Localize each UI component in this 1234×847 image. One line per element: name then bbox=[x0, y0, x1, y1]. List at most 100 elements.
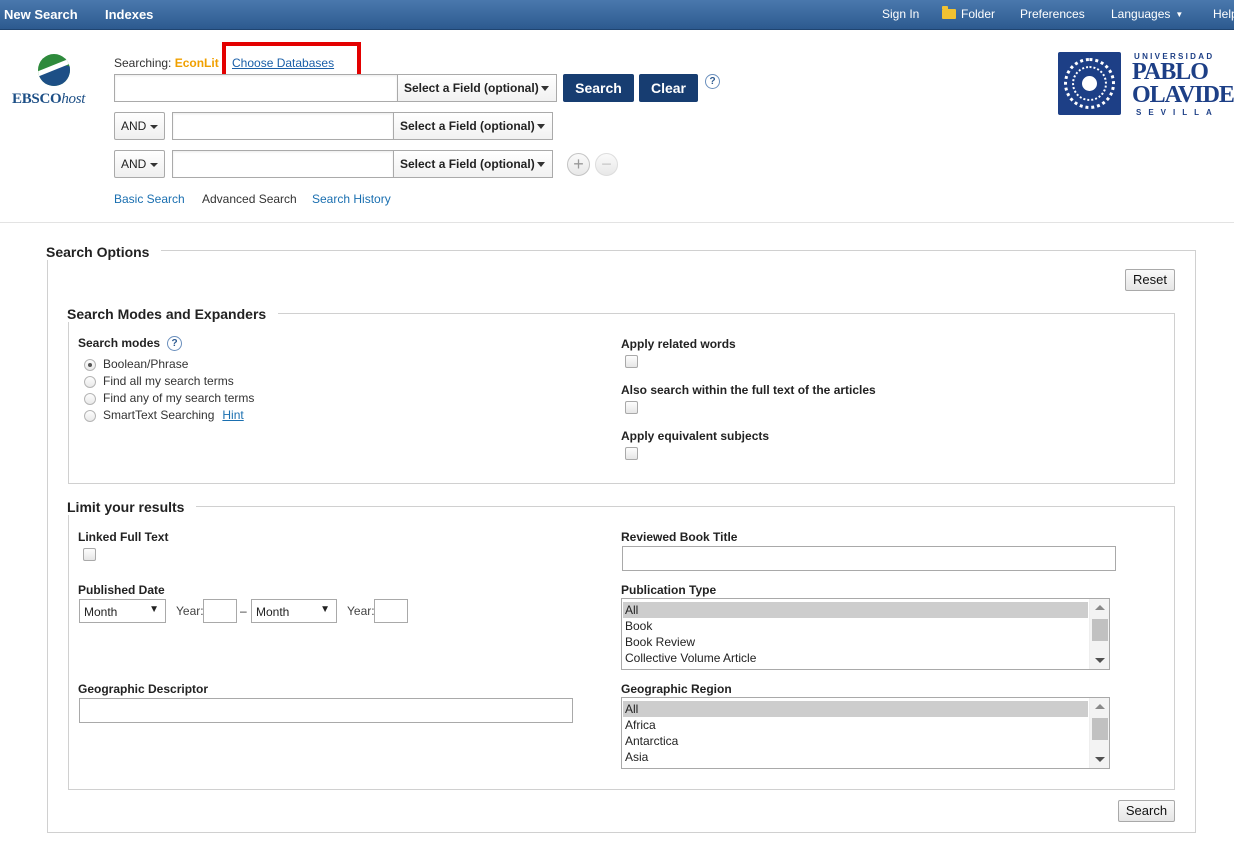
boolean-operator-select-3[interactable]: AND bbox=[114, 150, 165, 178]
radio-icon[interactable] bbox=[84, 410, 96, 422]
reset-button[interactable]: Reset bbox=[1125, 269, 1175, 291]
apply-related-words-checkbox[interactable] bbox=[625, 355, 638, 368]
published-date-label: Published Date bbox=[78, 583, 165, 597]
nav-sign-in[interactable]: Sign In bbox=[882, 7, 919, 21]
listbox-option[interactable]: Book Review bbox=[623, 634, 1088, 650]
scroll-down-icon[interactable] bbox=[1095, 658, 1105, 663]
listbox-option[interactable]: All bbox=[623, 602, 1088, 618]
searching-label: Searching: bbox=[114, 56, 172, 70]
published-date-start-month[interactable]: Month ▼ bbox=[79, 599, 166, 623]
start-year-label: Year: bbox=[176, 604, 204, 618]
search-history-link[interactable]: Search History bbox=[312, 192, 391, 206]
clear-button[interactable]: Clear bbox=[639, 74, 698, 102]
reviewed-book-title-label: Reviewed Book Title bbox=[621, 530, 738, 544]
full-text-search-label: Also search within the full text of the … bbox=[621, 383, 876, 397]
listbox-option[interactable]: Collective Volume Article bbox=[623, 650, 1088, 666]
search-input-1[interactable] bbox=[114, 74, 398, 102]
scrollbar-thumb[interactable] bbox=[1092, 718, 1108, 740]
caret-down-icon: ▼ bbox=[149, 604, 159, 615]
header-divider bbox=[0, 222, 1234, 223]
university-city: SEVILLA bbox=[1136, 108, 1219, 117]
nav-folder-label: Folder bbox=[961, 7, 996, 21]
field-select-2[interactable]: Select a Field (optional) bbox=[393, 112, 553, 140]
listbox-option[interactable]: Africa bbox=[623, 717, 1088, 733]
end-year-label: Year: bbox=[347, 604, 375, 618]
basic-search-link[interactable]: Basic Search bbox=[114, 192, 185, 206]
equivalent-subjects-label: Apply equivalent subjects bbox=[621, 429, 770, 443]
nav-folder[interactable]: Folder bbox=[942, 6, 996, 21]
scroll-up-icon[interactable] bbox=[1095, 704, 1105, 709]
geographic-descriptor-input[interactable] bbox=[79, 698, 573, 723]
nav-languages-label: Languages bbox=[1111, 7, 1171, 21]
searching-line: Searching: EconLit bbox=[114, 56, 219, 70]
end-month-value: Month bbox=[256, 605, 290, 619]
university-emblem-icon bbox=[1058, 52, 1121, 115]
field-select-1[interactable]: Select a Field (optional) bbox=[397, 74, 557, 102]
boolean-operator-select-2[interactable]: AND bbox=[114, 112, 165, 140]
geographic-region-listbox[interactable]: All Africa Antarctica Asia bbox=[621, 697, 1110, 769]
field-select-1-label: Select a Field (optional) bbox=[404, 81, 539, 95]
full-text-search-checkbox[interactable] bbox=[625, 401, 638, 414]
field-select-3-label: Select a Field (optional) bbox=[400, 157, 535, 171]
folder-icon bbox=[942, 6, 956, 19]
linked-full-text-label: Linked Full Text bbox=[78, 530, 169, 544]
searching-database: EconLit bbox=[174, 56, 219, 70]
help-icon[interactable]: ? bbox=[705, 74, 720, 89]
boolean-operator-3-label: AND bbox=[121, 157, 147, 171]
nav-help[interactable]: Help bbox=[1213, 7, 1234, 21]
radio-icon[interactable] bbox=[84, 393, 96, 405]
search-input-2[interactable] bbox=[172, 112, 394, 140]
start-year-input[interactable] bbox=[203, 599, 237, 623]
published-date-end-month[interactable]: Month ▼ bbox=[251, 599, 337, 623]
publication-type-label: Publication Type bbox=[621, 583, 717, 597]
nav-languages[interactable]: Languages ▼ bbox=[1111, 7, 1183, 21]
hint-link[interactable]: Hint bbox=[222, 408, 243, 422]
radio-icon[interactable] bbox=[84, 376, 96, 388]
listbox-scrollbar[interactable] bbox=[1089, 698, 1109, 768]
nav-indexes[interactable]: Indexes bbox=[105, 7, 153, 22]
limit-results-title: Limit your results bbox=[67, 499, 197, 515]
advanced-search-link[interactable]: Advanced Search bbox=[202, 192, 297, 206]
nav-preferences[interactable]: Preferences bbox=[1020, 7, 1085, 21]
add-row-button[interactable]: + bbox=[567, 153, 590, 176]
start-month-value: Month bbox=[84, 605, 118, 619]
boolean-operator-2-label: AND bbox=[121, 119, 147, 133]
search-modes-help-icon[interactable]: ? bbox=[167, 336, 182, 351]
ebscohost-logo[interactable]: EBSCOhost bbox=[12, 54, 102, 110]
nav-new-search[interactable]: New Search bbox=[4, 7, 78, 22]
search-mode-label: Boolean/Phrase bbox=[103, 357, 189, 371]
chevron-down-icon bbox=[150, 125, 158, 129]
scrollbar-thumb[interactable] bbox=[1092, 619, 1108, 641]
equivalent-subjects-checkbox[interactable] bbox=[625, 447, 638, 460]
geographic-region-label: Geographic Region bbox=[621, 682, 732, 696]
publication-type-listbox[interactable]: All Book Book Review Collective Volume A… bbox=[621, 598, 1110, 670]
date-range-dash: – bbox=[240, 604, 247, 618]
caret-down-icon: ▼ bbox=[1175, 10, 1184, 19]
remove-row-button[interactable]: − bbox=[595, 153, 618, 176]
geographic-descriptor-label: Geographic Descriptor bbox=[78, 682, 209, 696]
search-modes-label: Search modes bbox=[78, 336, 161, 350]
apply-related-words-label: Apply related words bbox=[621, 337, 736, 351]
field-select-2-label: Select a Field (optional) bbox=[400, 119, 535, 133]
scroll-up-icon[interactable] bbox=[1095, 605, 1105, 610]
listbox-scrollbar[interactable] bbox=[1089, 599, 1109, 669]
logo-brand-main: EBSCO bbox=[12, 91, 62, 107]
university-name-line1: PABLO bbox=[1132, 59, 1209, 85]
end-year-input[interactable] bbox=[374, 599, 408, 623]
listbox-option[interactable]: Antarctica bbox=[623, 733, 1088, 749]
listbox-option[interactable]: All bbox=[623, 701, 1088, 717]
reviewed-book-title-input[interactable] bbox=[622, 546, 1116, 571]
listbox-option[interactable]: Asia bbox=[623, 749, 1088, 765]
listbox-option[interactable]: Book bbox=[623, 618, 1088, 634]
university-name-line2: OLAVIDE bbox=[1132, 82, 1234, 108]
linked-full-text-checkbox[interactable] bbox=[83, 548, 96, 561]
radio-checked-icon[interactable] bbox=[84, 359, 96, 371]
search-input-3[interactable] bbox=[172, 150, 394, 178]
chevron-down-icon bbox=[541, 86, 549, 91]
search-button[interactable]: Search bbox=[563, 74, 634, 102]
scroll-down-icon[interactable] bbox=[1095, 757, 1105, 762]
search-mode-label: SmartText Searching bbox=[103, 408, 215, 422]
search-options-search-button[interactable]: Search bbox=[1118, 800, 1175, 822]
caret-down-icon: ▼ bbox=[320, 604, 330, 615]
field-select-3[interactable]: Select a Field (optional) bbox=[393, 150, 553, 178]
